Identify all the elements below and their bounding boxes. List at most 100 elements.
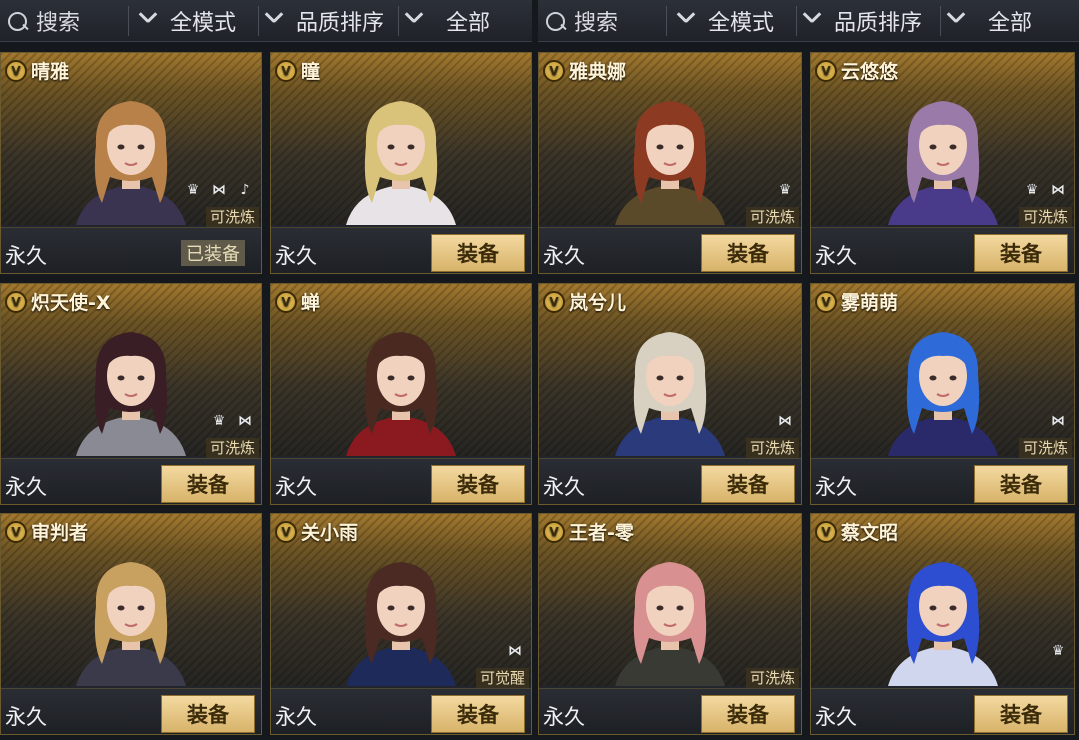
bow-icon: ⋈ xyxy=(1051,182,1065,198)
duration-label: 永久 xyxy=(543,705,585,729)
chevron-down-icon xyxy=(402,4,430,38)
equip-button[interactable]: 装备 xyxy=(431,234,525,272)
skin-card[interactable]: V 云悠悠 ♛ ⋈ 可洗炼 永久 装备 xyxy=(810,52,1075,274)
vip-icon: ♛ xyxy=(186,182,200,198)
equip-button[interactable]: 装备 xyxy=(701,465,795,503)
upgrade-tag: 可觉醒 xyxy=(475,668,529,688)
character-art: V 岚兮儿 ⋈ 可洗炼 xyxy=(539,284,801,458)
search-button[interactable]: 搜索 xyxy=(2,4,122,38)
equip-button[interactable]: 装备 xyxy=(431,695,525,733)
equip-button[interactable]: 装备 xyxy=(974,695,1068,733)
equip-button[interactable]: 装备 xyxy=(161,695,255,733)
divider xyxy=(796,6,797,36)
character-portrait xyxy=(868,85,1018,225)
feature-icons: ♛ ⋈ xyxy=(209,412,255,430)
type-dropdown[interactable]: 全部 xyxy=(402,4,490,38)
upgrade-tag: 可洗炼 xyxy=(205,438,259,458)
skin-name-row: V 审判者 xyxy=(5,518,88,545)
character-portrait xyxy=(326,546,476,686)
vip-icon: ♛ xyxy=(1025,182,1039,198)
search-icon xyxy=(540,4,574,38)
search-label: 搜索 xyxy=(36,11,81,36)
character-art: V 雾萌萌 ⋈ 可洗炼 xyxy=(811,284,1074,458)
chevron-down-icon xyxy=(800,4,828,38)
card-footer: 永久 装备 xyxy=(271,227,531,273)
skin-card[interactable]: V 雅典娜 ♛ 可洗炼 永久 装备 xyxy=(538,52,802,274)
skin-name-row: V 蔡文昭 xyxy=(815,518,898,545)
quality-badge-icon: V xyxy=(543,290,565,313)
character-art: V 瞳 xyxy=(271,53,531,225)
skin-card[interactable]: V 蔡文昭 ♛ 永久 装备 xyxy=(810,513,1075,735)
feature-icons: ⋈ xyxy=(505,642,525,660)
skin-name: 雅典娜 xyxy=(569,61,627,83)
sort-dropdown[interactable]: 品质排序 xyxy=(800,4,922,38)
quality-badge-icon: V xyxy=(275,290,297,313)
skin-name-row: V 关小雨 xyxy=(275,518,358,545)
quality-badge-icon: V xyxy=(815,290,837,313)
skin-card[interactable]: V 蝉 永久 装备 xyxy=(270,283,532,505)
equipped-label: 已装备 xyxy=(181,240,245,266)
mode-label: 全模式 xyxy=(170,11,237,36)
skin-name-row: V 云悠悠 xyxy=(815,57,898,84)
feature-icons: ⋈ xyxy=(1048,412,1068,430)
chevron-down-icon xyxy=(136,4,164,38)
equip-button[interactable]: 装备 xyxy=(431,465,525,503)
filter-bar-right: 搜索 全模式 品质排序 全部 xyxy=(538,0,1079,42)
skin-name: 晴雅 xyxy=(31,61,70,83)
duration-label: 永久 xyxy=(543,244,585,268)
skin-inventory-screen: 搜索 全模式 品质排序 全部 搜索 全模式 品质排序 全部 V 晴雅 ♛ ⋈ ♪… xyxy=(0,0,1079,740)
skin-card[interactable]: V 雾萌萌 ⋈ 可洗炼 永久 装备 xyxy=(810,283,1075,505)
quality-badge-icon: V xyxy=(5,59,27,82)
mode-dropdown[interactable]: 全模式 xyxy=(136,4,236,38)
search-icon xyxy=(2,4,36,38)
character-art: V 云悠悠 ♛ ⋈ 可洗炼 xyxy=(811,53,1074,227)
quality-badge-icon: V xyxy=(275,520,297,543)
skin-card[interactable]: V 王者-零 可洗炼 永久 装备 xyxy=(538,513,802,735)
skin-name: 关小雨 xyxy=(301,522,359,544)
search-button[interactable]: 搜索 xyxy=(540,4,660,38)
feature-icons: ♛ xyxy=(1048,642,1068,660)
equip-button[interactable]: 装备 xyxy=(701,695,795,733)
sort-dropdown[interactable]: 品质排序 xyxy=(262,4,384,38)
card-footer: 永久 装备 xyxy=(271,458,531,504)
skin-card[interactable]: V 岚兮儿 ⋈ 可洗炼 永久 装备 xyxy=(538,283,802,505)
character-art: V 雅典娜 ♛ 可洗炼 xyxy=(539,53,801,227)
card-footer: 永久 装备 xyxy=(539,227,801,273)
equip-button[interactable]: 装备 xyxy=(974,465,1068,503)
skin-name: 岚兮儿 xyxy=(569,292,627,314)
mode-dropdown[interactable]: 全模式 xyxy=(674,4,774,38)
divider xyxy=(666,6,667,36)
upgrade-tag: 可洗炼 xyxy=(745,438,799,458)
skin-card[interactable]: V 审判者 永久 装备 xyxy=(0,513,262,735)
character-portrait xyxy=(326,85,476,225)
skin-name: 王者-零 xyxy=(569,522,634,544)
card-footer: 永久 装备 xyxy=(1,688,261,734)
skin-card[interactable]: V 关小雨 ⋈ 可觉醒 永久 装备 xyxy=(270,513,532,735)
quality-badge-icon: V xyxy=(275,59,297,82)
vip-icon: ♛ xyxy=(212,413,226,429)
equip-button[interactable]: 装备 xyxy=(974,234,1068,272)
skin-name: 炽天使-X xyxy=(31,292,111,314)
duration-label: 永久 xyxy=(5,475,47,499)
skin-name-row: V 岚兮儿 xyxy=(543,288,626,315)
skin-card[interactable]: V 炽天使-X ♛ ⋈ 可洗炼 永久 装备 xyxy=(0,283,262,505)
character-portrait xyxy=(595,316,745,456)
feature-icons: ♛ xyxy=(775,181,795,199)
equip-button[interactable]: 装备 xyxy=(161,465,255,503)
skin-name-row: V 晴雅 xyxy=(5,57,69,84)
skin-name-row: V 瞳 xyxy=(275,57,320,84)
skin-card[interactable]: V 瞳 永久 装备 xyxy=(270,52,532,274)
skin-card[interactable]: V 晴雅 ♛ ⋈ ♪ 可洗炼 永久 已装备 xyxy=(0,52,262,274)
duration-label: 永久 xyxy=(815,244,857,268)
character-art: V 炽天使-X ♛ ⋈ 可洗炼 xyxy=(1,284,261,458)
duration-label: 永久 xyxy=(5,244,47,268)
filter-bar-left: 搜索 全模式 品质排序 全部 xyxy=(0,0,532,42)
divider xyxy=(398,6,399,36)
equip-button[interactable]: 装备 xyxy=(701,234,795,272)
character-portrait xyxy=(595,546,745,686)
search-label: 搜索 xyxy=(574,11,619,36)
card-footer: 永久 装备 xyxy=(1,458,261,504)
skin-name: 蔡文昭 xyxy=(841,522,899,544)
skin-name: 瞳 xyxy=(301,61,321,83)
type-dropdown[interactable]: 全部 xyxy=(944,4,1032,38)
